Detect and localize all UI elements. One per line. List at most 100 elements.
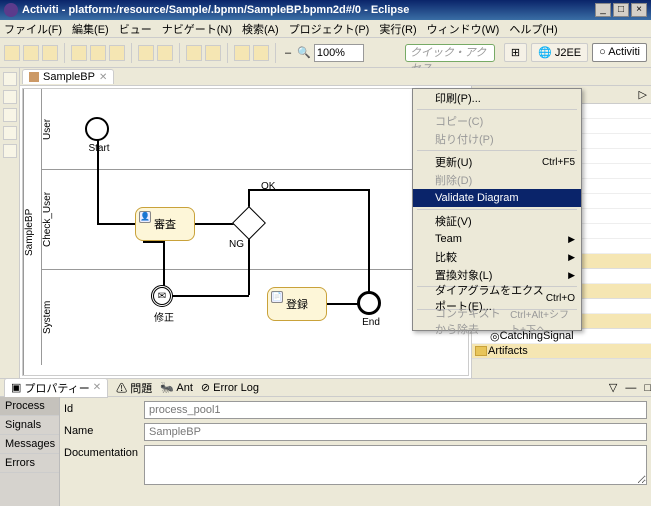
- task-shinsa[interactable]: 👤 審査: [135, 207, 195, 241]
- start-event[interactable]: [85, 117, 109, 141]
- label-name: Name: [64, 423, 144, 437]
- label-doc: Documentation: [64, 445, 144, 459]
- menu-search[interactable]: 検索(A): [242, 21, 279, 37]
- input-id[interactable]: [144, 401, 647, 419]
- palette-menu-icon[interactable]: ▷: [639, 88, 647, 101]
- debug-icon[interactable]: [71, 45, 87, 61]
- rail-icon[interactable]: [3, 108, 17, 122]
- minimize-button[interactable]: _: [595, 3, 611, 17]
- open-perspective-icon[interactable]: ⊞: [504, 43, 527, 62]
- window-titlebar: Activiti - platform:/resource/Sample/.bp…: [0, 0, 651, 20]
- view-menu-icon[interactable]: ▽: [609, 381, 617, 394]
- ctx-delete[interactable]: 削除(D): [413, 171, 581, 189]
- side-process[interactable]: Process: [0, 397, 59, 416]
- close-button[interactable]: ×: [631, 3, 647, 17]
- menu-help[interactable]: ヘルプ(H): [509, 21, 557, 37]
- rail-icon[interactable]: [3, 72, 17, 86]
- gw-ok-label: OK: [261, 181, 275, 192]
- context-menu: 印刷(P)... コピー(C) 貼り付け(P) 更新(U)Ctrl+F5 削除(…: [412, 88, 582, 331]
- minimize-view-icon[interactable]: —: [625, 382, 636, 394]
- new-icon[interactable]: [4, 45, 20, 61]
- ctx-remove[interactable]: コンテキストから除去Ctrl+Alt+シフト+下へ: [413, 312, 581, 330]
- input-name[interactable]: [144, 423, 647, 441]
- tab-ant[interactable]: 🐜 Ant: [160, 381, 193, 394]
- menu-window[interactable]: ウィンドウ(W): [427, 21, 500, 37]
- external-icon[interactable]: [109, 45, 125, 61]
- ctx-validate-diagram[interactable]: Validate Diagram: [413, 189, 581, 207]
- lane-system: System: [41, 269, 59, 365]
- annotation-icon[interactable]: [205, 45, 221, 61]
- maximize-button[interactable]: □: [613, 3, 629, 17]
- diagram-canvas[interactable]: SampleBP User Check_User System: [22, 88, 469, 376]
- zoom-input[interactable]: [314, 44, 364, 62]
- properties-side-tabs: Process Signals Messages Errors: [0, 397, 60, 506]
- rail-icon[interactable]: [3, 126, 17, 140]
- open-type-icon[interactable]: [157, 45, 173, 61]
- tab-properties[interactable]: ▣プロパティー✕: [4, 378, 108, 398]
- script-task-icon: 📄: [271, 291, 283, 303]
- menu-view[interactable]: ビュー: [119, 21, 152, 37]
- end-event-label: End: [357, 317, 385, 328]
- new-server-icon[interactable]: [138, 45, 154, 61]
- ctx-verify[interactable]: 検証(V): [413, 212, 581, 230]
- forward-icon[interactable]: [253, 45, 269, 61]
- ctx-copy[interactable]: コピー(C): [413, 112, 581, 130]
- save-icon[interactable]: [23, 45, 39, 61]
- pool-label: SampleBP: [23, 89, 41, 375]
- saveall-icon[interactable]: [42, 45, 58, 61]
- lane-check-user: Check_User: [41, 169, 59, 269]
- perspective-j2ee[interactable]: 🌐 J2EE: [531, 43, 588, 62]
- gw-ng-label: NG: [229, 239, 244, 250]
- task-toroku[interactable]: 📄 登録: [267, 287, 327, 321]
- editor-tab-samplebp[interactable]: SampleBP ✕: [22, 69, 114, 84]
- task3-label: 修正: [147, 309, 181, 324]
- diagram-icon: [29, 72, 39, 82]
- perspective-activiti[interactable]: ○ Activiti: [592, 43, 647, 62]
- intermediate-message-event[interactable]: ✉: [151, 285, 173, 307]
- window-title: Activiti - platform:/resource/Sample/.bp…: [22, 4, 593, 16]
- maximize-view-icon[interactable]: □: [644, 382, 651, 394]
- eclipse-icon: [4, 3, 18, 17]
- properties-icon: ▣: [11, 381, 21, 394]
- side-signals[interactable]: Signals: [0, 416, 59, 435]
- back-icon[interactable]: [234, 45, 250, 61]
- zoom-out-icon[interactable]: –: [282, 47, 294, 59]
- menu-navigate[interactable]: ナビゲート(N): [162, 21, 232, 37]
- menu-bar: ファイル(F) 編集(E) ビュー ナビゲート(N) 検索(A) プロジェクト(…: [0, 20, 651, 38]
- lane-user: User: [41, 89, 59, 169]
- label-id: Id: [64, 401, 144, 415]
- menu-run[interactable]: 実行(R): [379, 21, 416, 37]
- zoom-search-icon[interactable]: 🔍: [297, 46, 311, 59]
- run-icon[interactable]: [90, 45, 106, 61]
- tab-close-icon[interactable]: ✕: [93, 382, 101, 393]
- ctx-paste[interactable]: 貼り付け(P): [413, 130, 581, 148]
- rail-icon[interactable]: [3, 144, 17, 158]
- ctx-print[interactable]: 印刷(P)...: [413, 89, 581, 107]
- search-icon[interactable]: [186, 45, 202, 61]
- side-errors[interactable]: Errors: [0, 454, 59, 473]
- tab-close-icon[interactable]: ✕: [99, 72, 107, 83]
- start-event-label: Start: [79, 143, 119, 154]
- tab-problems[interactable]: ⚠ 問題: [116, 380, 152, 396]
- ctx-team[interactable]: Team▶: [413, 230, 581, 248]
- task-label: 審査: [154, 216, 176, 232]
- editor-tab-label: SampleBP: [43, 71, 95, 83]
- menu-project[interactable]: プロジェクト(P): [289, 21, 370, 37]
- main-toolbar: – 🔍 クイック・アクセス ⊞ 🌐 J2EE ○ Activiti: [0, 38, 651, 68]
- menu-edit[interactable]: 編集(E): [72, 21, 109, 37]
- left-rail: [0, 68, 20, 378]
- task-label: 登録: [286, 296, 308, 312]
- end-event[interactable]: [357, 291, 381, 315]
- palette-folder-artifacts[interactable]: Artifacts: [472, 344, 651, 359]
- gateway[interactable]: [232, 206, 266, 240]
- side-messages[interactable]: Messages: [0, 435, 59, 454]
- rail-icon[interactable]: [3, 90, 17, 104]
- ctx-compare[interactable]: 比較▶: [413, 248, 581, 266]
- quick-access[interactable]: クイック・アクセス: [405, 44, 495, 62]
- menu-file[interactable]: ファイル(F): [4, 21, 62, 37]
- input-documentation[interactable]: [144, 445, 647, 485]
- user-task-icon: 👤: [139, 211, 151, 223]
- editor-tabs: SampleBP ✕: [20, 68, 651, 86]
- tab-error-log[interactable]: ⊘ Error Log: [201, 381, 259, 394]
- ctx-update[interactable]: 更新(U)Ctrl+F5: [413, 153, 581, 171]
